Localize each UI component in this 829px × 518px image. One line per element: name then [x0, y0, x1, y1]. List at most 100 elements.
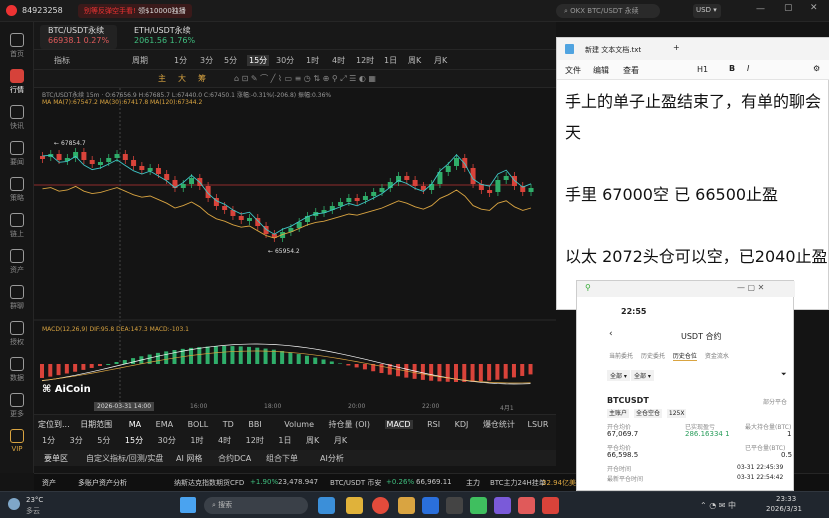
folder-icon[interactable]	[346, 497, 363, 514]
tray-icons[interactable]: ⌃ ◔ ✉ 中	[700, 500, 736, 511]
menu-file[interactable]: 文件	[565, 65, 581, 76]
nav-assets[interactable]: 资产	[0, 246, 34, 280]
app-icon[interactable]	[422, 497, 439, 514]
browser-icon[interactable]	[318, 497, 335, 514]
bp-5m[interactable]: 5分	[97, 436, 110, 445]
search-input[interactable]: ⌕ OKX BTC/USDT 永续	[556, 4, 660, 18]
drawing-tools-icon[interactable]: ⌂ ⊡ ✎ ⌒ ╱ ⌇ ▭ ≡ ◷ ⇅ ⊕ ⚲ ⤢ ☰ ◐ ▦	[234, 73, 376, 84]
nav-onchain[interactable]: 链上	[0, 210, 34, 244]
period-week[interactable]: 周K	[408, 55, 421, 66]
bold-icon[interactable]: B	[729, 64, 735, 73]
period-3m[interactable]: 3分	[200, 55, 213, 66]
start-icon[interactable]	[180, 497, 196, 513]
menu-ai-analysis[interactable]: AI分析	[320, 453, 344, 464]
indicator-td[interactable]: TD	[223, 420, 234, 429]
bp-30m[interactable]: 30分	[158, 436, 176, 445]
indicator-liquidation[interactable]: 爆仓统计	[483, 420, 515, 429]
clock-time[interactable]: 23:33	[776, 495, 796, 503]
indicator-volume[interactable]: Volume	[284, 420, 314, 429]
pin-icon[interactable]: ⚲	[585, 283, 591, 292]
minimize-button[interactable]: —	[756, 4, 765, 14]
period-15m[interactable]: 15分	[247, 55, 270, 66]
nav-more[interactable]: 更多	[0, 390, 34, 424]
toolbar-indicators[interactable]: 指标	[54, 55, 70, 66]
indicator-ma[interactable]: MA	[129, 420, 141, 429]
menu-view[interactable]: 查看	[623, 65, 639, 76]
toolbar-period[interactable]: 周期	[132, 55, 148, 66]
signal-big[interactable]: 大	[178, 73, 186, 84]
ticker-multi[interactable]: 多账户资产分析	[78, 478, 127, 488]
tab-position-history[interactable]: 历史仓位	[672, 353, 697, 361]
taskbar-search[interactable]: ⌕ 搜索	[204, 497, 308, 514]
nav-auth[interactable]: 授权	[0, 318, 34, 352]
format-heading[interactable]: H1	[697, 65, 708, 74]
ticker-item1[interactable]: 纳斯达克指数期货CFD	[174, 478, 244, 488]
tab-btc[interactable]: BTC/USDT永续 66938.1 0.27%	[40, 25, 118, 49]
app-icon[interactable]	[542, 497, 559, 514]
period-4h[interactable]: 4时	[332, 55, 345, 66]
notepad-add-tab[interactable]: +	[673, 43, 680, 52]
period-1d[interactable]: 1日	[384, 55, 397, 66]
account-id[interactable]: 84923258	[22, 6, 63, 15]
currency-select[interactable]: USD ▾	[693, 4, 721, 18]
indicator-boll[interactable]: BOLL	[188, 420, 209, 429]
tab-eth[interactable]: ETH/USDT永续 2061.56 1.76%	[126, 25, 203, 49]
nav-data[interactable]: 数据	[0, 354, 34, 388]
date-range-button[interactable]: 日期范围	[80, 420, 112, 429]
indicator-macd[interactable]: MACD	[384, 420, 413, 429]
bp-12h[interactable]: 12时	[246, 436, 264, 445]
bp-15m[interactable]: 15分	[125, 436, 143, 445]
settings-icon[interactable]: ⚙	[813, 64, 820, 73]
indicator-bbi[interactable]: BBI	[248, 420, 261, 429]
wechat-icon[interactable]	[470, 497, 487, 514]
bp-1d[interactable]: 1日	[278, 436, 291, 445]
filter-1[interactable]: 全部 ▾	[607, 370, 630, 381]
menu-dca[interactable]: 合约DCA	[218, 453, 251, 464]
bp-3m[interactable]: 3分	[70, 436, 83, 445]
bp-1m[interactable]: 1分	[42, 436, 55, 445]
phone-window-controls[interactable]: — ▢ ✕	[737, 283, 764, 292]
period-12h[interactable]: 12时	[356, 55, 374, 66]
indicator-kdj[interactable]: KDJ	[455, 420, 469, 429]
ticker-assets[interactable]: 资产	[42, 478, 56, 488]
period-month[interactable]: 月K	[434, 55, 447, 66]
ticker-main-text[interactable]: BTC主力24H挂单	[490, 478, 546, 488]
locate-button[interactable]: 定位到...	[38, 420, 70, 429]
menu-combo-order[interactable]: 组合下单	[266, 453, 298, 464]
close-button[interactable]: ✕	[810, 3, 818, 13]
chart-area[interactable]: BTC/USDT永续 15m · O:67656.9 H:67685.7 L:6…	[34, 88, 556, 414]
menu-custom-indicators[interactable]: 自定义指标/回测/实盘	[86, 453, 163, 464]
tab-open-orders[interactable]: 当前委托	[609, 353, 633, 360]
italic-icon[interactable]: I	[747, 64, 749, 73]
clock-date[interactable]: 2026/3/31	[766, 505, 802, 513]
nav-strategy[interactable]: 策略	[0, 174, 34, 208]
notepad-content[interactable]: 手上的单子止盈结束了，有单的聊会天 手里 67000空 已 66500止盈 以太…	[565, 86, 829, 272]
filter-icon[interactable]: ⏷	[781, 370, 787, 379]
bp-month[interactable]: 月K	[334, 436, 347, 445]
nav-flash[interactable]: 快讯	[0, 102, 34, 136]
bp-4h[interactable]: 4时	[218, 436, 231, 445]
weather-icon[interactable]	[8, 498, 20, 510]
period-30m[interactable]: 30分	[276, 55, 294, 66]
menu-edit[interactable]: 编辑	[593, 65, 609, 76]
signal-chips[interactable]: 筹	[198, 73, 206, 84]
indicator-ema[interactable]: EMA	[156, 420, 173, 429]
ticker-item2[interactable]: BTC/USDT 币安	[330, 478, 381, 488]
notepad-window[interactable]: 新建 文本文档.txt + 文件 编辑 查看 H1 B I ⚙ 手上的单子止盈结…	[556, 37, 829, 310]
app-icon[interactable]	[446, 497, 463, 514]
back-icon[interactable]: ‹	[609, 329, 613, 339]
phone-mirror-window[interactable]: ⚲ — ▢ ✕ 22:55 ‹ USDT 合约 当前委托 历史委托 历史仓位 资…	[576, 280, 795, 491]
filter-2[interactable]: 全部 ▾	[631, 370, 654, 381]
menu-ai-grid[interactable]: AI 网格	[176, 453, 202, 464]
period-1m[interactable]: 1分	[174, 55, 187, 66]
nav-headlines[interactable]: 要闻	[0, 138, 34, 172]
maximize-button[interactable]: ▢	[784, 3, 793, 13]
period-1h[interactable]: 1时	[306, 55, 319, 66]
app-icon[interactable]	[398, 497, 415, 514]
bp-1h[interactable]: 1时	[190, 436, 203, 445]
indicator-oi[interactable]: 持仓量 (OI)	[329, 420, 370, 429]
indicator-rsi[interactable]: RSI	[427, 420, 440, 429]
nav-chat[interactable]: 群聊	[0, 282, 34, 316]
app-icon[interactable]	[494, 497, 511, 514]
nav-market[interactable]: 行情	[0, 66, 34, 100]
